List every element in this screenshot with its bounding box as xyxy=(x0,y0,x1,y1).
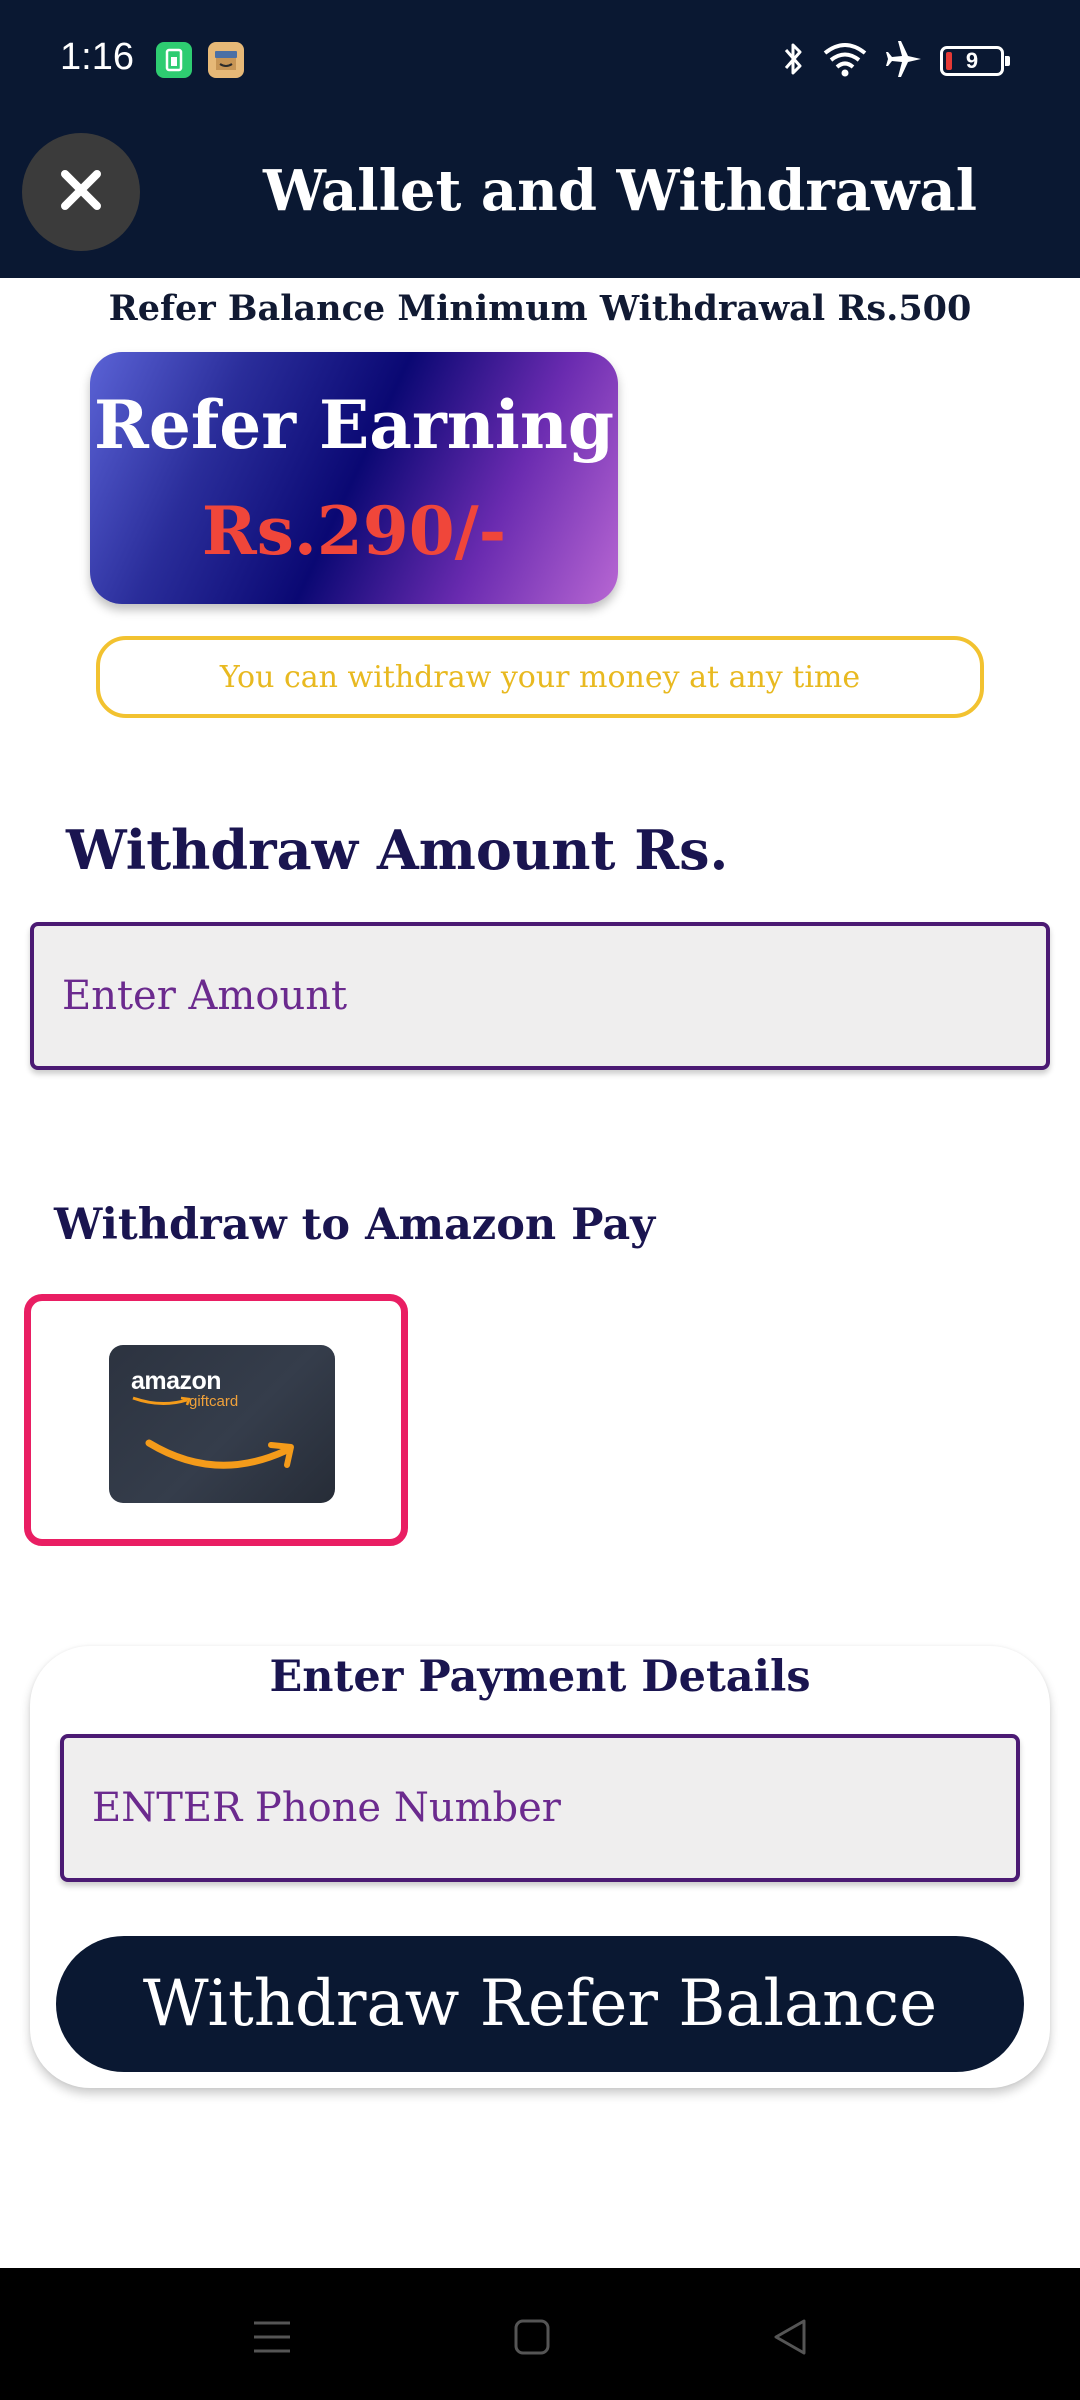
min-withdrawal-notice: Refer Balance Minimum Withdrawal Rs.500 xyxy=(108,288,972,329)
status-time: 1:16 xyxy=(60,36,134,78)
status-system-icons: 9 xyxy=(780,40,1010,82)
phone-number-input[interactable] xyxy=(60,1734,1020,1882)
menu-icon xyxy=(254,2321,290,2353)
payment-method-label: Withdraw to Amazon Pay xyxy=(54,1200,656,1250)
bluetooth-icon xyxy=(780,40,806,82)
refer-earning-card: Refer Earning Rs.290/- xyxy=(90,352,618,604)
amazon-box-icon xyxy=(208,42,244,78)
airplane-icon xyxy=(884,40,924,82)
home-button[interactable] xyxy=(502,2312,562,2362)
giftcard-underline-icon xyxy=(132,1396,191,1406)
amazon-pay-option[interactable]: amazon giftcard xyxy=(24,1294,408,1546)
back-button[interactable] xyxy=(760,2312,820,2362)
close-icon xyxy=(59,168,103,216)
withdraw-amount-label: Withdraw Amount Rs. xyxy=(66,818,729,882)
earning-amount: Rs.290/- xyxy=(201,492,507,570)
earning-title: Refer Earning xyxy=(93,386,614,464)
close-button[interactable] xyxy=(22,133,140,251)
amount-input[interactable] xyxy=(30,922,1050,1070)
withdraw-refer-balance-button[interactable]: Withdraw Refer Balance xyxy=(56,1936,1024,2072)
wifi-icon xyxy=(822,41,868,81)
app-notification-icon xyxy=(156,42,192,78)
menu-button[interactable] xyxy=(242,2312,302,2362)
home-icon xyxy=(514,2319,550,2355)
giftcard-brand-text: amazon xyxy=(131,1367,222,1395)
app-header: 1:16 9 Wallet and Withdrawal xyxy=(0,0,1080,278)
status-notifications xyxy=(156,42,244,78)
payment-details-title: Enter Payment Details xyxy=(269,1652,811,1702)
page-title: Wallet and Withdrawal xyxy=(263,158,977,224)
battery-icon: 9 xyxy=(940,46,1010,76)
amazon-giftcard-image: amazon giftcard xyxy=(109,1345,335,1503)
system-nav-bar xyxy=(0,2268,1080,2400)
back-icon xyxy=(774,2319,806,2355)
amazon-smile-icon xyxy=(145,1439,294,1469)
withdraw-anytime-banner: You can withdraw your money at any time xyxy=(96,636,984,718)
